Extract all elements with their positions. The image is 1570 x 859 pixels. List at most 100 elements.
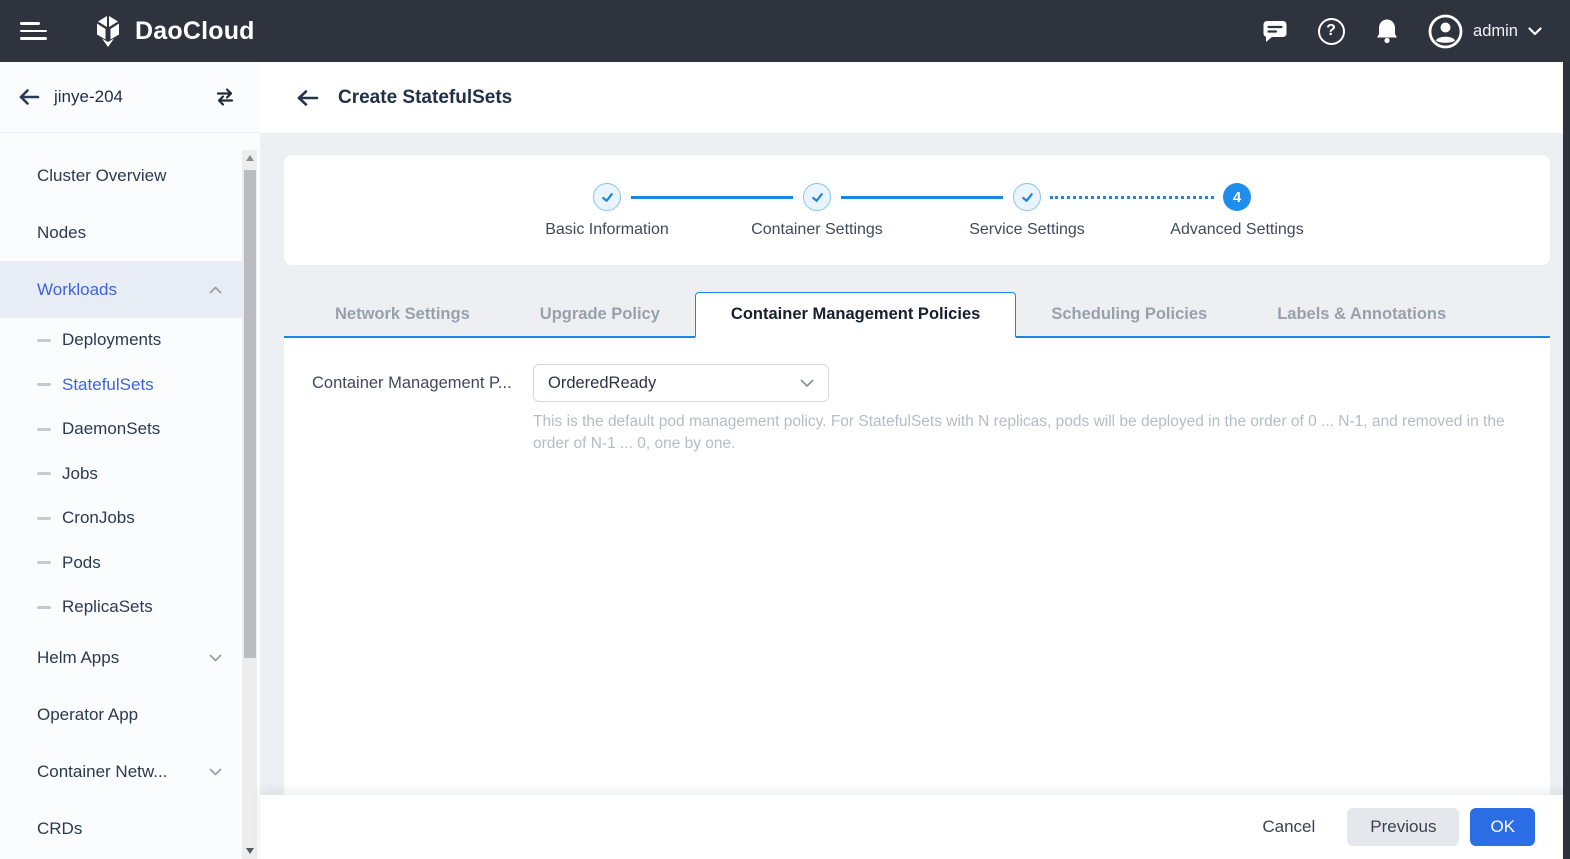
- sidebar-item-nodes[interactable]: Nodes: [0, 204, 244, 261]
- daocloud-logo-icon: [97, 16, 119, 47]
- step-basic-information: Basic Information: [507, 183, 707, 239]
- step-label: Container Settings: [751, 221, 883, 238]
- scrollbar-thumb[interactable]: [243, 170, 256, 658]
- sidebar-item-label: ReplicaSets: [62, 597, 153, 617]
- sidebar-item-label: Pods: [62, 552, 101, 572]
- select-value: OrderedReady: [548, 373, 657, 392]
- step-service-settings: Service Settings: [927, 183, 1127, 239]
- app-root: DaoCloud ? admin jinye-204 Cluster Overv…: [0, 0, 1570, 859]
- chevron-down-icon: [1528, 26, 1542, 35]
- sidebar-item-replicasets[interactable]: ReplicaSets: [0, 585, 244, 630]
- sidebar-item-deployments[interactable]: Deployments: [0, 318, 244, 363]
- sidebar-item-label: Workloads: [37, 279, 117, 299]
- sidebar-item-workloads[interactable]: Workloads: [0, 261, 244, 318]
- cancel-button[interactable]: Cancel: [1252, 808, 1325, 846]
- tab-network-settings[interactable]: Network Settings: [300, 292, 505, 336]
- help-icon[interactable]: ?: [1316, 16, 1346, 46]
- step-number-badge: 4: [1223, 183, 1251, 211]
- chevron-down-icon: [800, 379, 814, 387]
- avatar-icon: [1428, 14, 1463, 48]
- sidebar-item-label: Cluster Overview: [37, 165, 167, 185]
- sidebar-item-label: StatefulSets: [62, 374, 154, 394]
- main-area: Create StatefulSets Basic Information Co…: [260, 62, 1570, 859]
- tab-label: Upgrade Policy: [539, 304, 660, 323]
- dash-icon: [37, 338, 51, 342]
- sidebar-item-statefulsets[interactable]: StatefulSets: [0, 363, 244, 408]
- sidebar-item-operator-app[interactable]: Operator App: [0, 687, 244, 744]
- sidebar-nav: Cluster Overview Nodes Workloads Deploym…: [0, 147, 244, 859]
- dash-icon: [37, 472, 51, 476]
- wizard-footer: Cancel Previous OK: [260, 795, 1570, 859]
- sidebar-item-label: Container Netw...: [37, 762, 168, 781]
- step-label: Basic Information: [545, 221, 669, 238]
- sidebar-item-label: Jobs: [62, 463, 98, 483]
- policy-help-text: This is the default pod management polic…: [533, 413, 1505, 452]
- tab-upgrade-policy[interactable]: Upgrade Policy: [505, 292, 695, 336]
- username: admin: [1473, 21, 1518, 40]
- pod-management-policy-field: OrderedReady This is the default pod man…: [533, 364, 1520, 455]
- content: Basic Information Container Settings Ser…: [260, 133, 1570, 795]
- sidebar-item-crds[interactable]: CRDs: [0, 801, 244, 858]
- pod-management-policy-label: Container Management P...: [312, 374, 512, 392]
- step-advanced-settings: 4 Advanced Settings: [1137, 183, 1337, 239]
- switch-cluster-icon[interactable]: [214, 86, 236, 108]
- step-check-icon: [1013, 183, 1041, 211]
- tab-container-management-policies[interactable]: Container Management Policies: [694, 292, 1017, 338]
- sidebar-header: jinye-204: [0, 62, 260, 133]
- sidebar-item-label: DaemonSets: [62, 419, 161, 439]
- chevron-up-icon: [209, 286, 222, 293]
- sidebar-item-cluster-overview[interactable]: Cluster Overview: [0, 147, 244, 204]
- step-label: Service Settings: [969, 221, 1085, 238]
- brand-name: DaoCloud: [135, 16, 255, 45]
- dash-icon: [37, 383, 51, 387]
- step-label: Advanced Settings: [1170, 221, 1304, 238]
- page-scrollbar[interactable]: [1563, 62, 1570, 859]
- tab-label: Labels & Annotations: [1277, 304, 1447, 323]
- sidebar-item-jobs[interactable]: Jobs: [0, 452, 244, 497]
- sidebar-item-cronjobs[interactable]: CronJobs: [0, 496, 244, 541]
- sidebar-item-pods[interactable]: Pods: [0, 541, 244, 586]
- scroll-up-arrow[interactable]: [242, 150, 257, 166]
- brand-logo[interactable]: DaoCloud: [90, 13, 255, 49]
- cluster-name: jinye-204: [54, 87, 123, 106]
- form-row: Container Management P... OrderedReady T…: [312, 364, 1520, 455]
- tab-scheduling-policies[interactable]: Scheduling Policies: [1016, 292, 1242, 336]
- sidebar-item-label: CronJobs: [62, 508, 135, 528]
- page-title: Create StatefulSets: [338, 86, 513, 108]
- step-check-icon: [803, 183, 831, 211]
- step-container-settings: Container Settings: [717, 183, 917, 239]
- sidebar-scrollbar[interactable]: [242, 150, 257, 859]
- sidebar-item-label: Helm Apps: [37, 648, 120, 667]
- page-header: Create StatefulSets: [260, 62, 1570, 133]
- sidebar-item-helm-apps[interactable]: Helm Apps: [0, 630, 244, 687]
- tab-labels-annotations[interactable]: Labels & Annotations: [1242, 292, 1481, 336]
- topbar-actions: ? admin: [1260, 14, 1542, 49]
- sidebar-item-container-network[interactable]: Container Netw...: [0, 744, 244, 801]
- sidebar-item-label: CRDs: [37, 819, 83, 838]
- pod-management-policy-select[interactable]: OrderedReady: [533, 364, 829, 402]
- tab-bar: Network Settings Upgrade Policy Containe…: [284, 292, 1550, 338]
- sidebar-item-daemonsets[interactable]: DaemonSets: [0, 407, 244, 452]
- messages-icon[interactable]: [1260, 16, 1290, 46]
- ok-button[interactable]: OK: [1470, 808, 1535, 846]
- help-glyph: ?: [1317, 17, 1345, 45]
- scroll-down-arrow[interactable]: [242, 843, 257, 859]
- cluster-back-icon[interactable]: [18, 88, 40, 106]
- tab-label: Container Management Policies: [730, 305, 981, 323]
- dash-icon: [37, 427, 51, 431]
- sidebar: jinye-204 Cluster Overview Nodes Workloa…: [0, 62, 260, 859]
- sidebar-item-label: Operator App: [37, 705, 139, 724]
- user-menu[interactable]: admin: [1428, 14, 1542, 49]
- sidebar-item-label: Nodes: [37, 222, 87, 242]
- topbar: DaoCloud ? admin: [0, 0, 1570, 62]
- page-back-icon[interactable]: [296, 89, 320, 107]
- stepper-card: Basic Information Container Settings Ser…: [284, 155, 1550, 265]
- previous-button[interactable]: Previous: [1347, 808, 1460, 846]
- menu-icon[interactable]: [20, 20, 50, 42]
- tab-label: Scheduling Policies: [1051, 304, 1208, 323]
- chevron-down-icon: [209, 654, 222, 662]
- tab-label: Network Settings: [335, 304, 470, 323]
- chevron-down-icon: [209, 768, 222, 776]
- dash-icon: [37, 516, 51, 520]
- notifications-bell-icon[interactable]: [1372, 16, 1402, 46]
